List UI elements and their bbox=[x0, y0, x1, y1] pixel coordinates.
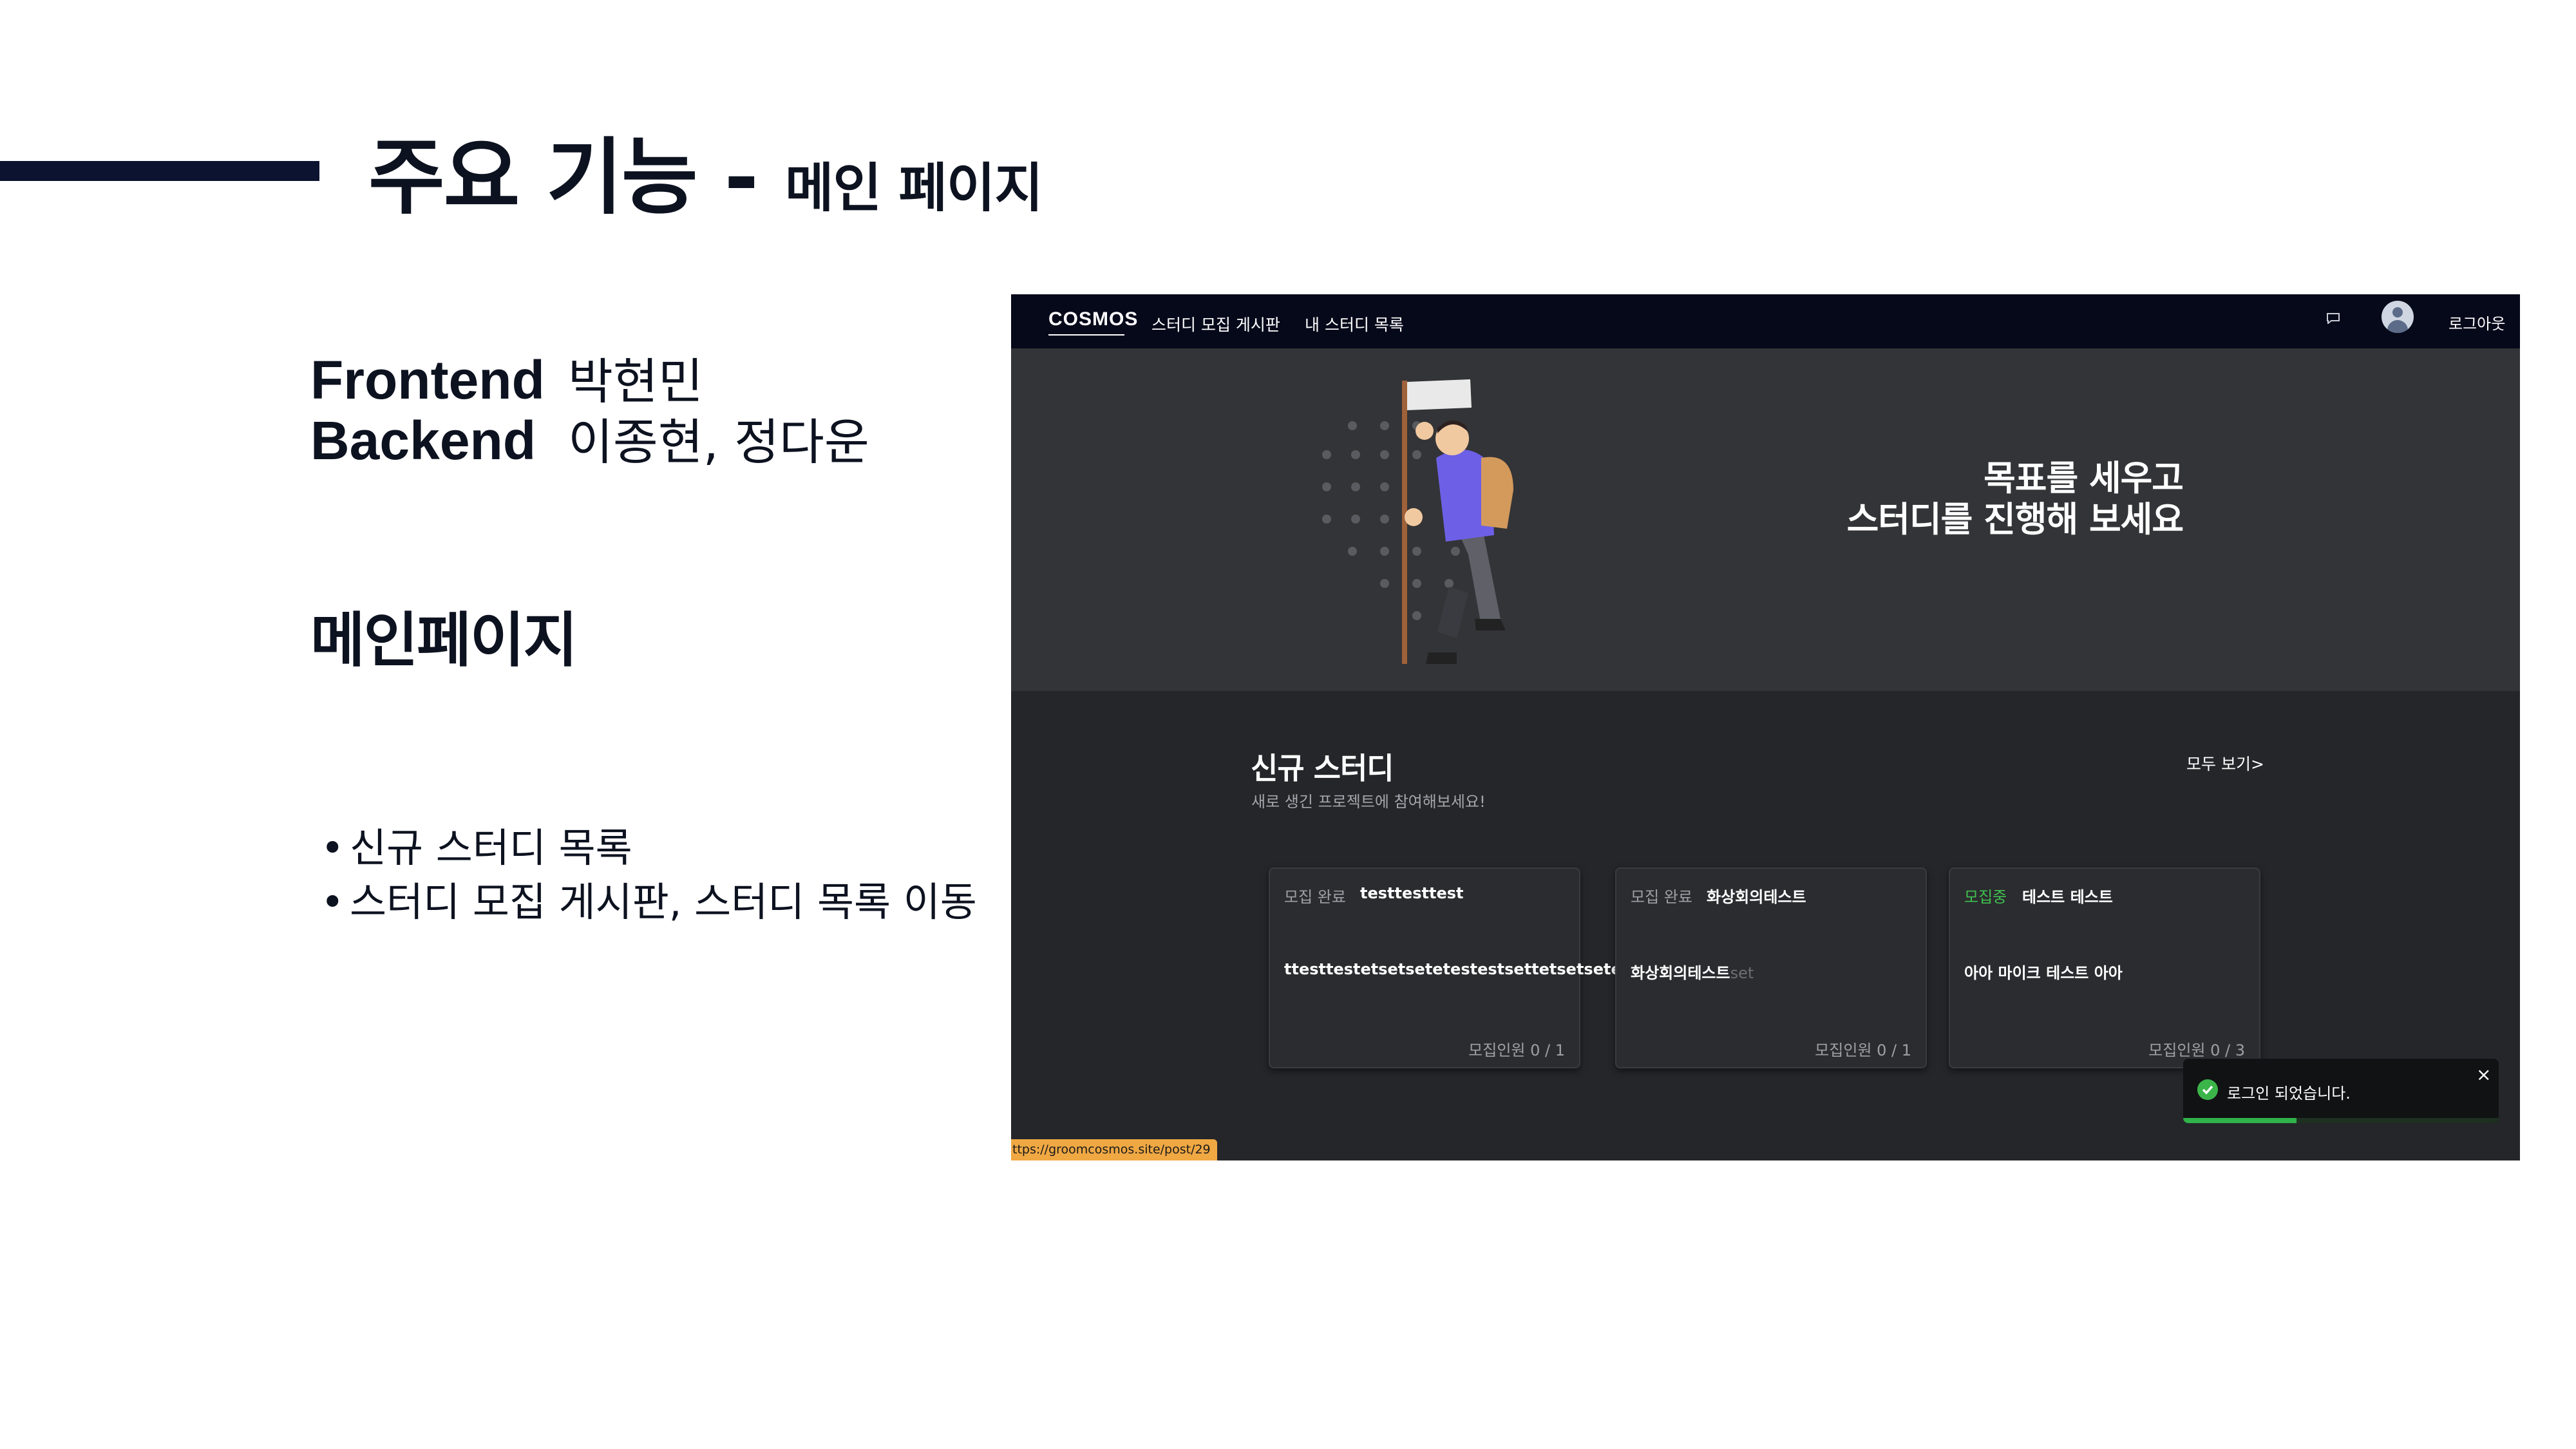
section-subtitle: 새로 생긴 프로젝트에 참여해보세요! bbox=[1251, 793, 1486, 811]
study-card[interactable]: 모집 완료 화상회의테스트 화상회의테스트set 모집인원 0 / 1 bbox=[1615, 867, 1927, 1068]
close-icon[interactable]: × bbox=[2476, 1064, 2491, 1085]
feature-item: 스터디 모집 게시판, 스터디 목록 이동 bbox=[321, 875, 977, 929]
nav-study-board[interactable]: 스터디 모집 게시판 bbox=[1151, 312, 1280, 336]
card-status: 모집중 bbox=[1964, 888, 2007, 906]
hero-title-line: 스터디를 진행해 보세요 bbox=[1846, 499, 2184, 540]
accent-bar bbox=[0, 161, 319, 181]
avatar[interactable] bbox=[2382, 301, 2414, 333]
role-names: 박현민 bbox=[568, 353, 703, 410]
card-title: testtesttest bbox=[1360, 884, 1464, 902]
hero-title-line: 목표를 세우고 bbox=[1984, 458, 2184, 498]
study-card[interactable]: 모집중 테스트 테스트 아아 마이크 테스트 아아 모집인원 0 / 3 bbox=[1949, 867, 2260, 1068]
toast-message: 로그인 되었습니다. bbox=[2227, 1084, 2351, 1103]
role-label: Backend bbox=[310, 410, 536, 471]
card-member-count: 모집인원 0 / 1 bbox=[1815, 1041, 1911, 1059]
toast-progress-bar bbox=[2183, 1118, 2297, 1123]
feature-item: 신규 스터디 목록 bbox=[321, 821, 977, 875]
check-icon bbox=[2197, 1079, 2218, 1100]
role-frontend: Frontend 박현민 bbox=[310, 353, 703, 407]
role-names: 이종현, 정다운 bbox=[568, 413, 869, 471]
cosmos-logo[interactable]: COSMOS bbox=[1048, 310, 1137, 336]
card-body: 화상회의테스트set bbox=[1631, 960, 1754, 983]
card-title: 화상회의테스트 bbox=[1707, 888, 1806, 906]
slide-title: 주요 기능 - 메인 페이지 bbox=[368, 137, 1043, 220]
card-status: 모집 완료 bbox=[1284, 888, 1346, 906]
hero-banner: 목표를 세우고 스터디를 진행해 보세요 bbox=[1011, 348, 2520, 691]
card-member-count: 모집인원 0 / 3 bbox=[2148, 1041, 2245, 1059]
slide-title-sub: 메인 페이지 bbox=[785, 158, 1043, 219]
logout-button[interactable]: 로그아웃 bbox=[2448, 311, 2505, 334]
chat-icon[interactable] bbox=[2326, 312, 2340, 324]
section-title: 신규 스터디 bbox=[1251, 751, 1394, 786]
study-card[interactable]: 모집 완료 testtesttest ttesttestetsetsetetes… bbox=[1269, 867, 1692, 1068]
status-bar-url: ttps://groomcosmos.site/post/29 bbox=[1011, 1139, 1217, 1160]
role-backend: Backend 이종현, 정다운 bbox=[310, 413, 869, 468]
hero-title: 목표를 세우고 스터디를 진행해 보세요 bbox=[1797, 458, 2184, 540]
card-member-count: 모집인원 0 / 1 bbox=[1468, 1041, 1565, 1059]
card-status: 모집 완료 bbox=[1631, 888, 1692, 906]
section-heading: 메인페이지 bbox=[310, 606, 578, 675]
card-body-overflow: set bbox=[1730, 964, 1754, 982]
card-title: 테스트 테스트 bbox=[2022, 888, 2113, 906]
slide-title-main: 주요 기능 - bbox=[368, 129, 759, 226]
login-toast: 로그인 되었습니다. × bbox=[2183, 1059, 2499, 1123]
card-body-text: 화상회의테스트 bbox=[1631, 964, 1730, 982]
role-label: Frontend bbox=[310, 350, 545, 410]
card-body: 아아 마이크 테스트 아아 bbox=[1964, 964, 2123, 982]
hiker-flag-illustration bbox=[1322, 379, 1513, 664]
top-nav: COSMOS 스터디 모집 게시판 내 스터디 목록 로그아웃 bbox=[1011, 294, 2520, 348]
nav-my-studies[interactable]: 내 스터디 목록 bbox=[1305, 312, 1404, 336]
feature-list: 신규 스터디 목록 스터디 모집 게시판, 스터디 목록 이동 bbox=[321, 821, 977, 929]
see-all-link[interactable]: 모두 보기> bbox=[2186, 752, 2264, 775]
app-screenshot: COSMOS 스터디 모집 게시판 내 스터디 목록 로그아웃 목표를 세우고 … bbox=[1011, 294, 2520, 1160]
